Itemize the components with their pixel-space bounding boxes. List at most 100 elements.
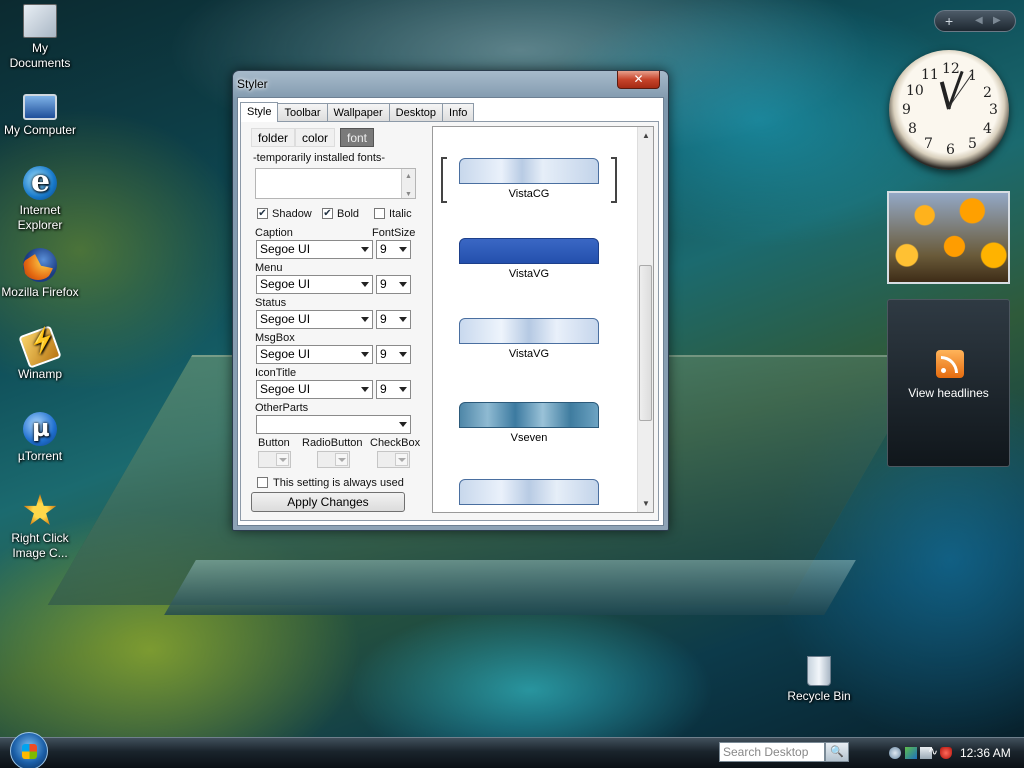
theme-item-vseven[interactable]: Vseven [459, 402, 599, 444]
otherparts-select[interactable] [256, 415, 411, 434]
scroll-up-icon[interactable]: ▲ [642, 131, 650, 140]
tab-desktop[interactable]: Desktop [388, 103, 444, 122]
desktop-icon-internet-explorer[interactable]: Internet Explorer [0, 164, 80, 233]
desktop-icon-my-documents[interactable]: My Documents [0, 4, 80, 71]
chevron-down-icon [399, 352, 407, 357]
shadow-checkbox[interactable]: ✔ [257, 208, 268, 219]
firefox-icon [23, 248, 57, 282]
desktop-icon-my-computer[interactable]: My Computer [0, 88, 80, 138]
theme-list-scrollbar[interactable]: ▲ ▼ [637, 127, 653, 512]
tab-info[interactable]: Info [442, 103, 475, 122]
system-clock[interactable]: 12:36 AM [960, 746, 1011, 760]
feed-headlines-gadget[interactable]: View headlines [887, 299, 1010, 467]
msgbox-font-value: Segoe UI [260, 347, 311, 361]
clock-number: 11 [921, 67, 939, 83]
chevron-down-icon [399, 317, 407, 322]
network-tray-icon[interactable] [905, 747, 917, 759]
theme-preview-list[interactable]: VistaCG VistaVG VistaVG Vseven ▲ ▼ [432, 126, 654, 513]
italic-checkbox[interactable] [374, 208, 385, 219]
recycle-bin-icon [807, 656, 831, 686]
bold-checkbox[interactable]: ✔ [322, 208, 333, 219]
theme-name: VistaCG [508, 188, 550, 200]
search-desktop-input[interactable]: Search Desktop [719, 742, 825, 762]
wallpaper-shape-edge [164, 560, 856, 615]
status-font-select[interactable]: Segoe UI [256, 310, 373, 329]
msgbox-label: MsgBox [255, 332, 295, 344]
radiobutton-size-select[interactable] [317, 451, 350, 468]
chevron-down-icon [361, 352, 369, 357]
scrollbar-thumb[interactable] [639, 265, 652, 421]
tab-strip: Style Toolbar Wallpaper Desktop Info [240, 102, 475, 122]
theme-item-partial[interactable] [459, 479, 599, 505]
chevron-down-icon [399, 387, 407, 392]
chevron-down-icon [399, 247, 407, 252]
clock-number: 12 [942, 61, 960, 77]
msgbox-font-select[interactable]: Segoe UI [256, 345, 373, 364]
caption-label: Caption [255, 227, 293, 239]
fonts-list-scrollbar[interactable]: ▲ ▼ [401, 169, 415, 198]
menu-font-select[interactable]: Segoe UI [256, 275, 373, 294]
desktop-icon-right-click-image[interactable]: Right Click Image C... [0, 494, 80, 561]
msgbox-size-select[interactable]: 9 [376, 345, 411, 364]
icontitle-size-select[interactable]: 9 [376, 380, 411, 399]
subtab-color[interactable]: color [295, 128, 336, 147]
icontitle-font-select[interactable]: Segoe UI [256, 380, 373, 399]
next-icon[interactable]: ▶ [993, 15, 1001, 26]
checkbox-size-select[interactable] [377, 451, 410, 468]
theme-item-vistavg-light[interactable]: VistaVG [459, 318, 599, 360]
desktop-icon-winamp[interactable]: Winamp [0, 325, 80, 382]
desktop-icon-label: Internet Explorer [17, 203, 63, 232]
clock-number: 5 [968, 136, 977, 152]
desktop-icon-recycle-bin[interactable]: Recycle Bin [779, 656, 859, 704]
clock-number: 10 [906, 83, 924, 99]
add-gadget-icon[interactable]: + [945, 13, 953, 29]
caption-size-select[interactable]: 9 [376, 240, 411, 259]
magnifier-tray-icon[interactable] [889, 747, 901, 759]
previous-icon[interactable]: ◀ [975, 15, 983, 26]
chevron-down-icon [361, 387, 369, 392]
security-tray-icon[interactable] [940, 747, 952, 759]
status-label: Status [255, 297, 287, 309]
slideshow-gadget[interactable] [887, 191, 1010, 284]
clock-number: 6 [946, 142, 955, 158]
menu-size-select[interactable]: 9 [376, 275, 411, 294]
fonts-group-label: -temporarily installed fonts- [253, 152, 386, 164]
chevron-down-icon [276, 453, 289, 466]
status-font-value: Segoe UI [260, 312, 311, 326]
apply-changes-button[interactable]: Apply Changes [251, 492, 405, 512]
menu-label: Menu [255, 262, 283, 274]
tab-wallpaper[interactable]: Wallpaper [326, 103, 390, 122]
caption-size-value: 9 [380, 242, 387, 256]
close-button[interactable]: ✕ [617, 71, 660, 89]
desktop-icon-label: My Computer [3, 123, 77, 137]
right-click-image-icon [23, 494, 57, 525]
menu-size-value: 9 [380, 277, 387, 291]
volume-tray-icon[interactable]: ∿ [928, 744, 938, 758]
clock-gadget[interactable]: 12 1 2 3 4 5 6 7 8 9 10 11 [889, 50, 1009, 170]
scroll-down-icon[interactable]: ▼ [642, 499, 650, 508]
status-size-select[interactable]: 9 [376, 310, 411, 329]
chevron-down-icon [399, 422, 407, 427]
my-computer-icon [23, 94, 57, 120]
search-icon[interactable]: 🔍 [825, 742, 849, 762]
otherparts-label: OtherParts [255, 402, 309, 414]
installed-fonts-list[interactable]: ▲ ▼ [255, 168, 416, 199]
tab-style[interactable]: Style [240, 102, 279, 122]
subtab-folder[interactable]: folder [251, 128, 296, 147]
always-used-checkbox[interactable] [257, 477, 268, 488]
view-headlines-label[interactable]: View headlines [888, 386, 1009, 400]
subtab-font[interactable]: font [340, 128, 375, 147]
theme-item-vistavg[interactable]: VistaVG [459, 238, 599, 280]
button-size-select[interactable] [258, 451, 291, 468]
desktop-icon-utorrent[interactable]: µTorrent [0, 412, 80, 464]
tab-toolbar[interactable]: Toolbar [277, 103, 328, 122]
chevron-down-icon [395, 453, 408, 466]
icontitle-label: IconTitle [255, 367, 297, 379]
desktop-icon-firefox[interactable]: Mozilla Firefox [0, 248, 80, 300]
caption-font-select[interactable]: Segoe UI [256, 240, 373, 259]
theme-preview-bar [459, 479, 599, 505]
internet-explorer-icon [23, 164, 57, 200]
start-button[interactable] [10, 732, 48, 768]
rss-icon [936, 350, 964, 378]
theme-item-vistacg[interactable]: VistaCG [459, 158, 599, 200]
